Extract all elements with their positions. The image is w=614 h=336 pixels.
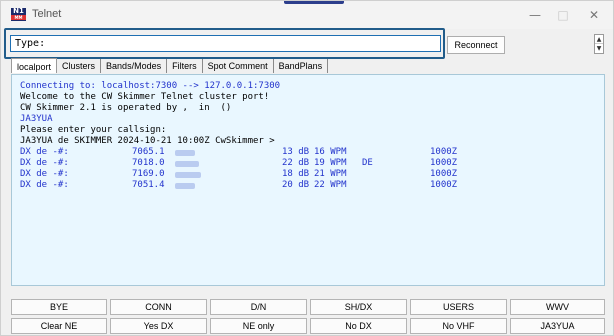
tab-bandplans[interactable]: BandPlans [274, 59, 329, 73]
spot-time: 1000Z [430, 169, 458, 179]
title-bar-accent [284, 1, 344, 4]
redacted-callsign [175, 172, 201, 178]
spot-snr: 18 dB [282, 169, 310, 179]
reconnect-button[interactable]: Reconnect [447, 36, 505, 54]
app-icon-bottom-text: MM [11, 15, 26, 20]
shdx-button[interactable]: SH/DX [310, 299, 407, 315]
window-title: Telnet [32, 8, 62, 20]
spot-prefix: DX de -#: [20, 147, 69, 157]
spinner-control[interactable]: ▲ ▼ [594, 34, 604, 54]
spinner-down-icon[interactable]: ▼ [595, 44, 603, 53]
spot-speed: 22 WPM [314, 180, 347, 190]
app-icon-top-text: N1 [13, 7, 24, 15]
type-label: Type: [15, 38, 46, 49]
redacted-callsign [175, 161, 199, 167]
redacted-callsign [175, 183, 195, 189]
terminal-line: JA3YUA de SKIMMER 2024-10-21 10:00Z CwSk… [20, 136, 275, 146]
spot-prefix: DX de -#: [20, 158, 69, 168]
terminal-line: Please enter your callsign: [20, 125, 167, 135]
spot-snr: 22 dB [282, 158, 310, 168]
callsign-button[interactable]: JA3YUA [510, 318, 605, 334]
spinner-up-icon[interactable]: ▲ [595, 35, 603, 44]
spot-frequency: 7051.4 [132, 180, 165, 190]
spot-time: 1000Z [430, 180, 458, 190]
terminal-output[interactable]: Connecting to: localhost:7300 --> 127.0.… [11, 74, 605, 286]
spot-frequency: 7018.0 [132, 158, 165, 168]
spot-speed: 16 WPM [314, 147, 347, 157]
users-button[interactable]: USERS [410, 299, 507, 315]
maximize-icon[interactable]: □ [548, 5, 578, 25]
spot-snr: 20 dB [282, 180, 310, 190]
tab-localport[interactable]: localport [11, 58, 58, 73]
spot-time: 1000Z [430, 158, 458, 168]
conn-button[interactable]: CONN [110, 299, 207, 315]
spot-frequency: 7065.1 [132, 147, 165, 157]
title-bar[interactable]: N1 MM Telnet — □ ✕ [1, 1, 613, 29]
bye-button[interactable]: BYE [11, 299, 107, 315]
no-dx-button[interactable]: No DX [310, 318, 407, 334]
terminal-line: CW Skimmer 2.1 is operated by , in () [20, 103, 232, 113]
terminal-line: Welcome to the CW Skimmer Telnet cluster… [20, 92, 270, 102]
spot-time: 1000Z [430, 147, 458, 157]
spot-speed: 21 WPM [314, 169, 347, 179]
tab-clusters[interactable]: Clusters [57, 59, 102, 73]
tab-filters[interactable]: Filters [167, 59, 203, 73]
spot-speed: 19 WPM [314, 158, 347, 168]
telnet-window: N1 MM Telnet — □ ✕ Type: Reconnect ▲ ▼ l… [0, 0, 614, 336]
spot-prefix: DX de -#: [20, 180, 69, 190]
wwv-button[interactable]: WWV [510, 299, 605, 315]
type-field[interactable]: Type: [10, 35, 441, 52]
spot-snr: 13 dB [282, 147, 310, 157]
close-icon[interactable]: ✕ [579, 5, 609, 25]
tab-bar: localport Clusters Bands/Modes Filters S… [11, 58, 329, 73]
terminal-line: JA3YUA [20, 114, 53, 124]
spot-frequency: 7169.0 [132, 169, 165, 179]
type-input[interactable] [51, 37, 436, 50]
redacted-callsign [175, 150, 195, 156]
clear-ne-button[interactable]: Clear NE [11, 318, 107, 334]
tab-bands-modes[interactable]: Bands/Modes [101, 59, 168, 73]
spot-prefix: DX de -#: [20, 169, 69, 179]
terminal-line: Connecting to: localhost:7300 --> 127.0.… [20, 81, 281, 91]
no-vhf-button[interactable]: No VHF [410, 318, 507, 334]
tab-spot-comment[interactable]: Spot Comment [203, 59, 274, 73]
app-icon: N1 MM [11, 8, 26, 21]
spot-note: DE [362, 158, 373, 168]
minimize-icon[interactable]: — [520, 5, 550, 25]
ne-only-button[interactable]: NE only [210, 318, 307, 334]
dn-button[interactable]: D/N [210, 299, 307, 315]
yes-dx-button[interactable]: Yes DX [110, 318, 207, 334]
